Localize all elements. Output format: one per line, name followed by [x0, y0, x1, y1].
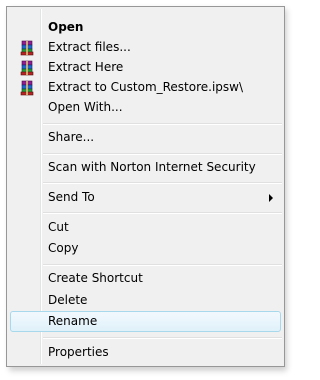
menu-item-extract-files[interactable]: Extract files... — [10, 37, 281, 58]
menu-item-label: Open With... — [48, 100, 123, 114]
menu-item-send-to[interactable]: Send To — [10, 187, 281, 208]
menu-item-create-shortcut[interactable]: Create Shortcut — [10, 268, 281, 289]
menu-item-label: Scan with Norton Internet Security — [48, 160, 256, 174]
menu-item-copy[interactable]: Copy — [10, 238, 281, 259]
menu-item-extract-to-folder[interactable]: Extract to Custom_Restore.ipsw\ — [10, 77, 281, 98]
menu-item-label: Delete — [48, 293, 88, 307]
menu-separator — [43, 264, 282, 266]
menu-item-label: Rename — [48, 314, 98, 328]
menu-separator — [43, 182, 282, 184]
menu-item-label: Properties — [48, 345, 109, 359]
menu-separator — [43, 123, 282, 125]
menu-item-label: Send To — [48, 190, 95, 204]
menu-item-cut[interactable]: Cut — [10, 217, 281, 238]
menu-item-label: Extract to Custom_Restore.ipsw\ — [48, 80, 244, 94]
menu-item-open-with[interactable]: Open With... — [10, 97, 281, 118]
menu-item-open[interactable]: Open — [10, 17, 281, 38]
menu-separator — [43, 212, 282, 214]
menu-item-rename[interactable]: Rename — [10, 311, 281, 332]
menu-item-label: Extract files... — [48, 40, 131, 54]
menu-item-properties[interactable]: Properties — [10, 342, 281, 363]
menu-item-scan-norton[interactable]: Scan with Norton Internet Security — [10, 157, 281, 178]
menu-item-delete[interactable]: Delete — [10, 290, 281, 311]
winrar-archive-icon — [19, 60, 35, 76]
menu-separator — [43, 337, 282, 339]
menu-item-label: Open — [48, 20, 84, 34]
menu-item-label: Create Shortcut — [48, 271, 143, 285]
submenu-arrow-icon — [269, 194, 273, 202]
menu-item-share[interactable]: Share... — [10, 127, 281, 148]
menu-separator — [43, 153, 282, 155]
menu-item-extract-here[interactable]: Extract Here — [10, 57, 281, 78]
menu-item-label: Share... — [48, 130, 95, 144]
menu-item-label: Copy — [48, 241, 79, 255]
menu-item-label: Extract Here — [48, 60, 124, 74]
winrar-archive-icon — [19, 40, 35, 56]
winrar-archive-icon — [19, 80, 35, 96]
menu-item-label: Cut — [48, 220, 69, 234]
context-menu: Open Extract files... Extract Here Extra… — [6, 6, 285, 367]
